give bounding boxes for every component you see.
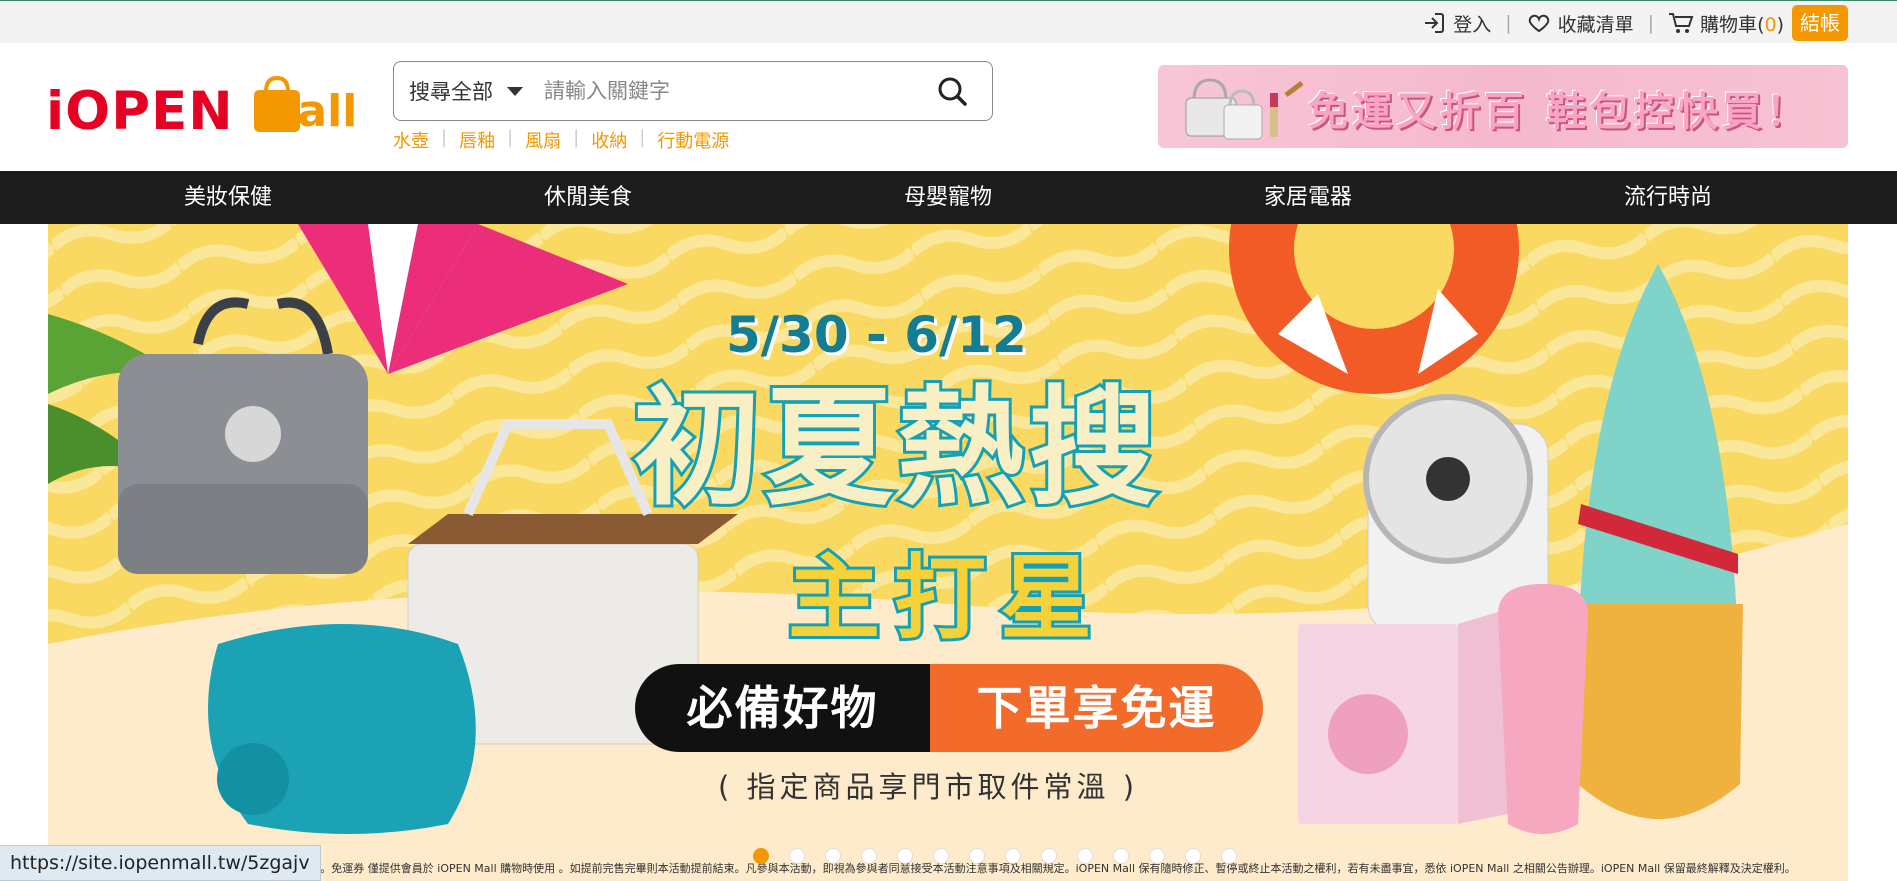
top-utility-links: 登入 | 收藏清單 | 購物車(0) 結帳 [1421, 5, 1848, 41]
hero-carousel[interactable]: 5/30 - 6/12 初夏熱搜 主打星 必備好物 下單享免運 ( 指定商品享門… [48, 224, 1848, 881]
carousel-dot[interactable] [1185, 848, 1201, 864]
carousel-dot[interactable] [789, 848, 805, 864]
login-link[interactable]: 登入 [1421, 10, 1491, 37]
carousel-dot[interactable] [1077, 848, 1093, 864]
carousel-dot[interactable] [1221, 848, 1237, 864]
wishlist-link[interactable]: 收藏清單 [1526, 10, 1634, 37]
login-icon [1421, 10, 1447, 36]
carousel-dot[interactable] [1113, 848, 1129, 864]
cta-left-text: 必備好物 [635, 664, 930, 752]
category-fashion[interactable]: 流行時尚 [1488, 171, 1848, 224]
carousel-dot[interactable] [897, 848, 913, 864]
divider: | [1505, 12, 1512, 34]
cta-right-text: 下單享免運 [930, 664, 1263, 752]
carousel-dot[interactable] [825, 848, 841, 864]
hero-title: 初夏熱搜 [630, 371, 1162, 526]
checkout-button[interactable]: 結帳 [1792, 5, 1848, 41]
search-button[interactable] [912, 62, 992, 120]
wishlist-label: 收藏清單 [1557, 13, 1634, 36]
divider: | [1647, 12, 1655, 34]
carousel-pagination [753, 848, 1237, 864]
cart-label: 購物車(0) [1700, 10, 1784, 37]
category-beauty-health[interactable]: 美妝保健 [48, 171, 408, 224]
iopen-mall-logo[interactable]: iOPEN Mall [46, 76, 358, 142]
hot-tag[interactable]: 行動電源 [657, 127, 729, 153]
site-header: iOPEN Mall 搜尋全部 水壺 | 唇釉 | 風扇 | 收納 | 行動電源 [0, 43, 1897, 171]
search-icon [938, 77, 967, 106]
heart-icon [1526, 10, 1552, 36]
search-scope-label: 搜尋全部 [409, 80, 493, 104]
chevron-down-icon [507, 86, 523, 96]
hot-tag[interactable]: 收納 [591, 127, 627, 153]
carousel-dot[interactable] [933, 848, 949, 864]
search-input[interactable] [544, 71, 912, 111]
cart-paren-close: ) [1776, 13, 1784, 36]
hero-cta-banner: 必備好物 下單享免運 [635, 664, 1263, 752]
logo-mall-badge: Mall [252, 76, 358, 137]
logo-text: iOPEN [46, 81, 234, 142]
cart-icon [1668, 10, 1694, 36]
hero-note: ( 指定商品享門市取件常溫 ) [717, 770, 1139, 804]
search-scope-dropdown[interactable]: 搜尋全部 [394, 76, 544, 106]
hot-tag[interactable]: 水壺 [393, 127, 429, 153]
hot-tag[interactable]: 唇釉 [459, 127, 495, 153]
logo-mall-text: Mall [253, 86, 358, 137]
divider: | [639, 127, 646, 148]
login-label: 登入 [1453, 13, 1492, 36]
handbag-lipstick-illustration [1185, 78, 1304, 140]
divider: | [507, 127, 514, 148]
category-food-snacks[interactable]: 休閒美食 [408, 171, 768, 224]
cart-count: 0 [1764, 13, 1777, 36]
cart-link[interactable]: 購物車(0) [1668, 10, 1784, 37]
carousel-dot[interactable] [1149, 848, 1165, 864]
carousel-dot[interactable] [969, 848, 985, 864]
category-home-appliances[interactable]: 家居電器 [1128, 171, 1488, 224]
top-utility-bar: 登入 | 收藏清單 | 購物車(0) 結帳 [0, 0, 1897, 43]
carousel-dot[interactable] [753, 848, 769, 864]
carousel-dot[interactable] [1005, 848, 1021, 864]
cart-label-text: 購物車 [1700, 13, 1758, 36]
promo-banner[interactable]: 免運又折百 鞋包控快買！ [1158, 65, 1848, 148]
category-nav: 美妝保健 休閒美食 母嬰寵物 家居電器 流行時尚 [0, 171, 1897, 224]
carousel-dot[interactable] [1041, 848, 1057, 864]
hero-subtitle: 主打星 [785, 542, 1107, 655]
carousel-dot[interactable] [861, 848, 877, 864]
hot-search-tags: 水壺 | 唇釉 | 風扇 | 收納 | 行動電源 [393, 127, 729, 153]
search-bar: 搜尋全部 [393, 61, 993, 121]
divider: | [441, 127, 448, 148]
promo-text: 免運又折百 鞋包控快買！ [1308, 89, 1810, 135]
status-bar-url: https://site.iopenmall.tw/5zgajv [0, 845, 321, 881]
divider: | [573, 127, 580, 148]
hot-tag[interactable]: 風扇 [525, 127, 561, 153]
category-baby-pets[interactable]: 母嬰寵物 [768, 171, 1128, 224]
